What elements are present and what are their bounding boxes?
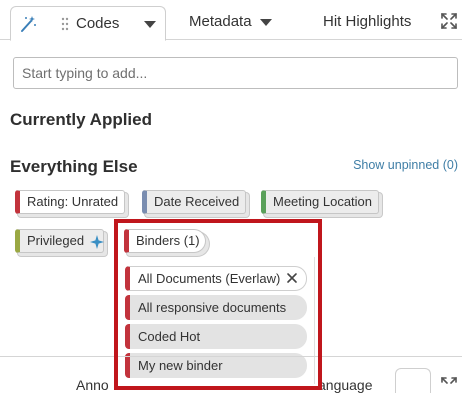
drag-handle-icon[interactable] <box>61 17 69 31</box>
chip-label: Date Received <box>154 194 240 209</box>
expand-icon[interactable] <box>441 13 457 29</box>
binder-option-label: All Documents (Everlaw) <box>138 271 281 286</box>
chip-label: Privileged <box>27 233 85 248</box>
bottom-tab-bar <box>0 356 462 393</box>
chip-label: Rating: Unrated <box>27 194 119 209</box>
show-unpinned-link[interactable]: Show unpinned (0) <box>353 158 458 172</box>
binder-option[interactable]: All responsive documents <box>125 295 307 320</box>
binder-option-label: Coded Hot <box>138 329 201 344</box>
chevron-down-icon[interactable] <box>144 21 156 28</box>
tab-metadata[interactable]: Metadata <box>189 13 252 30</box>
binder-option[interactable]: All Documents (Everlaw) <box>125 266 307 291</box>
chip-binders[interactable]: Binders (1) <box>124 229 206 253</box>
chip-meeting-location[interactable]: Meeting Location <box>261 190 379 214</box>
binder-option[interactable]: Coded Hot <box>125 324 307 349</box>
code-search-input[interactable] <box>13 57 458 89</box>
chip-label: Binders (1) <box>136 233 200 248</box>
tab-language[interactable]: anguage <box>318 377 373 393</box>
chip-rating-unrated[interactable]: Rating: Unrated <box>15 190 125 214</box>
close-icon[interactable] <box>286 272 298 284</box>
tab-codes-label: Codes <box>76 15 120 32</box>
chip-label: Meeting Location <box>273 194 373 209</box>
tab-hit-highlights[interactable]: Hit Highlights <box>323 13 411 30</box>
chip-date-received[interactable]: Date Received <box>142 190 246 214</box>
expand-icon[interactable] <box>441 377 457 393</box>
currently-applied-heading: Currently Applied <box>10 110 152 129</box>
binder-option-label: All responsive documents <box>138 300 287 315</box>
tab-codes[interactable]: Codes <box>10 6 166 41</box>
chevron-down-icon[interactable] <box>260 19 272 26</box>
magic-wand-icon[interactable] <box>19 15 37 33</box>
chip-privileged[interactable]: Privileged <box>15 229 104 253</box>
tab-annotations[interactable]: Anno <box>76 377 109 393</box>
bottom-tab-active <box>395 368 431 393</box>
everything-else-heading: Everything Else <box>10 157 138 176</box>
sparkle-icon <box>89 234 104 249</box>
